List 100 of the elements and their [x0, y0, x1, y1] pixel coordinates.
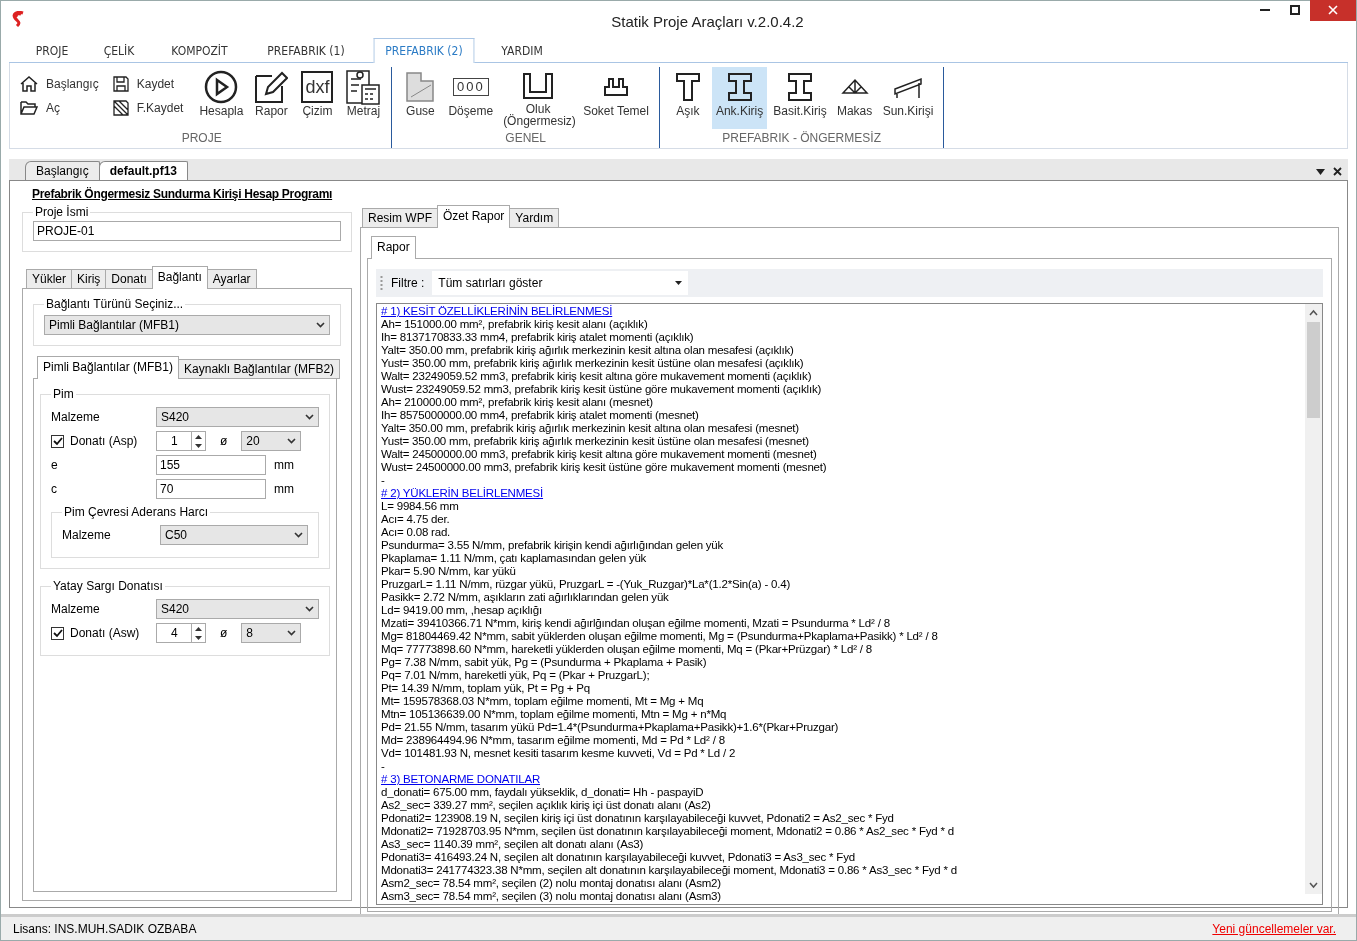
checkbox-label: Donatı (Asp) [70, 434, 138, 448]
ribbon-button[interactable]: Makas [832, 67, 877, 129]
checkbox-label: Donatı (Asw) [70, 626, 140, 640]
report-line: Walt= 23249059.52 mm3, prefabrik kiriş kesit altına göre mukavement momenti (açıklık) [381, 370, 813, 383]
report-line: Wust= 23249059.52 mm3, prefabrik kiriş kesit üstüne göre mukavement momenti (açıklık) [381, 383, 823, 396]
license-text: Lisans: INS.MUH.SADIK OZBABA [13, 921, 197, 936]
group-legend: Pim Çevresi Aderans Harcı [62, 505, 211, 519]
report-line: Mdonati2= 71928703.95 N*mm, seçilen üst donatının karşılayabileceği moment, Mdonati2 = 0.86 * As2_sec * Fyd * d [381, 825, 955, 838]
report-line: Pq= 7.01 N/mm, hareketli yük, Pq = (Pkar + PruzgarL); [381, 669, 651, 682]
page-title: Prefabrik Öngermesiz Sundurma Kirişi Hesap Programı [32, 187, 334, 201]
ribbon-tab[interactable]: YARDIM [489, 38, 555, 63]
input-field[interactable]: 70 [156, 479, 266, 499]
ribbon-button[interactable]: Guse [398, 67, 443, 129]
tab[interactable]: Yardım [509, 208, 560, 228]
dropdown-caret-icon [316, 322, 325, 328]
tab[interactable]: Ayarlar [206, 269, 257, 289]
tab[interactable]: Kaynaklı Bağlantılar (MFB2) [178, 359, 341, 379]
window-title: Statik Proje Araçları v.2.0.4.2 [610, 11, 804, 30]
ribbon-button[interactable]: Kaydet [110, 73, 186, 95]
ribbon-button[interactable]: 000 Döşeme [444, 67, 498, 129]
report-line: L= 9984.56 mm [381, 500, 460, 513]
ribbon-button[interactable]: Aç [18, 97, 101, 119]
field-label: Malzeme [51, 602, 101, 616]
dropdown[interactable]: 20 [241, 431, 302, 451]
dxf-icon: dxf [301, 71, 334, 103]
report-line: Yust= 350.00 mm, prefabrik kiriş ağırlık merkezinin kesit üstüne olan mesafesi (açıklık) [381, 357, 805, 370]
ribbon-button[interactable]: Basit.Kiriş [769, 67, 831, 129]
ribbon-button[interactable]: Aşık [665, 67, 710, 129]
document-tab[interactable]: Başlangıç [25, 161, 100, 180]
count-spinner[interactable]: 4 [156, 623, 206, 643]
ribbon-button[interactable]: Sun.Kirişi [878, 67, 938, 129]
dropdown[interactable]: Pimli Bağlantılar (MFB1) [44, 315, 330, 335]
ribbon-tab[interactable]: PREFABRIK (1) [255, 38, 357, 63]
report-line: As3_sec= 1140.39 mm², seçilen alt donatı alanı (As3) [381, 838, 645, 851]
diameter-symbol: ø [220, 626, 228, 640]
report-line: Mdonati3= 241774323.38 N*mm, seçilen alt donatının karşılayabileceği moment, Mdonati3 = 0.86 * As3_sec * Fyd * d [381, 864, 958, 877]
ribbon-button[interactable]: Başlangıç [18, 73, 101, 95]
close-icon[interactable] [1333, 167, 1342, 176]
ribbon-button[interactable]: Metraj [341, 67, 386, 129]
tab[interactable]: Özet Rapor [437, 205, 511, 228]
document-tab[interactable]: default.pf13 [98, 161, 189, 180]
report-line: - [381, 474, 386, 487]
dropdown[interactable]: S420 [156, 407, 319, 427]
report-line: Acı= 4.75 der. [381, 513, 451, 526]
ribbon-button[interactable]: Oluk (Öngermesiz) [499, 67, 578, 129]
report-line: Ld= 9419.00 mm, ,hesap açıklığı [381, 604, 543, 617]
report-line: Pkar= 5.90 N/mm, kar yükü [381, 565, 517, 578]
tab[interactable]: Pimli Bağlantılar (MFB1) [37, 356, 180, 379]
ribbon-button[interactable]: Soket Temel [579, 67, 653, 129]
input-field[interactable]: 155 [156, 455, 266, 475]
input-field[interactable]: PROJE-01 [33, 221, 341, 241]
tab[interactable]: Yükler [26, 269, 72, 289]
count-spinner[interactable]: 1 [156, 431, 206, 451]
report-heading-link[interactable]: # 1) KESİT ÖZELLİKLERİNİN BELİRLENMESİ [381, 305, 1301, 318]
report-line: Yalt= 350.00 mm, prefabrik kiriş ağırlık merkezinin kesit altına olan mesafesi (açıklık) [381, 344, 795, 357]
tab[interactable]: Bağlantı [151, 266, 208, 289]
report-line: Psundurma= 3.55 N/mm, prefabrik kirişin kendi ağırlığından gelen yük [381, 539, 725, 552]
report-line: Ih= 8575000000.00 mm4, prefabrik kiriş atalet momenti (mesnet) [381, 409, 700, 422]
tab[interactable]: Kiriş [71, 269, 107, 289]
tab[interactable]: Donatı [105, 269, 153, 289]
slab-icon: 000 [452, 78, 489, 96]
ribbon-tab[interactable]: ÇELİK [92, 38, 147, 63]
report-line: Walt= 24500000.00 mm3, prefabrik kiriş kesit altına göre mukavement momenti (mesnet) [381, 448, 818, 461]
report-heading-link[interactable]: # 2) YÜKLERİN BELİRLENMESİ [381, 487, 1301, 500]
ribbon-button[interactable]: Rapor [249, 67, 294, 129]
field-label: Malzeme [62, 528, 112, 542]
ribbon-button[interactable]: Hesapla [195, 67, 248, 129]
app-logo-icon [11, 11, 25, 27]
checkbox[interactable] [51, 434, 64, 448]
maximize-icon [1290, 5, 1300, 15]
dropdown-caret-icon[interactable] [1316, 168, 1325, 175]
filter-dropdown[interactable]: Tüm satırları göster [432, 271, 689, 295]
report-heading-link[interactable]: # 3) BETONARME DONATILAR [381, 773, 1301, 786]
report-line: Pdonati3= 416493.24 N, seçilen alt donatının karşılayabileceği kuvvet, Pdonati3 = As3_sec * Fyd [381, 851, 856, 864]
update-link[interactable]: Yeni güncellemeler var. [1212, 921, 1336, 936]
tab[interactable]: Rapor [371, 236, 416, 259]
truss-icon [840, 77, 869, 97]
report-line: Yust= 350.00 mm, prefabrik kiriş ağırlık merkezinin kesit üstüne olan mesafesi (mesnet) [381, 435, 810, 448]
ribbon-tab[interactable]: KOMPOZİT [159, 38, 240, 63]
ribbon-button[interactable]: Ank.Kiriş [711, 67, 768, 129]
unit-label: mm [274, 482, 294, 496]
tab[interactable]: Resim WPF [362, 208, 438, 228]
floppy-icon [112, 76, 129, 92]
report-line: Mt= 159578368.03 N*mm, toplam eğilme momenti, Mt = Mg + Mq [381, 695, 705, 708]
report-line: Mg= 81804469.42 N*mm, sabit yüklerden oluşan eğilme momenti, Mg = (Psundurma+Pkaplama+Pasikk) * Ld² / 8 [381, 630, 939, 643]
ribbon-tab[interactable]: PROJE [24, 38, 81, 63]
report-line: Ah= 210000.00 mm², prefabrik kiriş kesit alanı (mesnet) [381, 396, 654, 409]
dropdown-caret-icon [305, 414, 314, 420]
dropdown[interactable]: C50 [160, 525, 308, 545]
ribbon-button[interactable]: dxf Çizim [295, 67, 340, 129]
report-line: Asm2_sec= 78.54 mm², seçilen (2) nolu montaj donatısı alanı (Asm2) [381, 877, 722, 890]
dropdown-caret-icon [294, 532, 303, 538]
group-label: GENEL [504, 131, 548, 147]
minimize-icon [1260, 9, 1270, 11]
ribbon-button[interactable]: F.Kaydet [110, 97, 186, 119]
ribbon-tab[interactable]: PREFABRIK (2) [373, 38, 475, 63]
dropdown[interactable]: S420 [156, 599, 319, 619]
checkbox[interactable] [51, 626, 64, 640]
unit-label: mm [274, 458, 294, 472]
dropdown[interactable]: 8 [241, 623, 302, 643]
